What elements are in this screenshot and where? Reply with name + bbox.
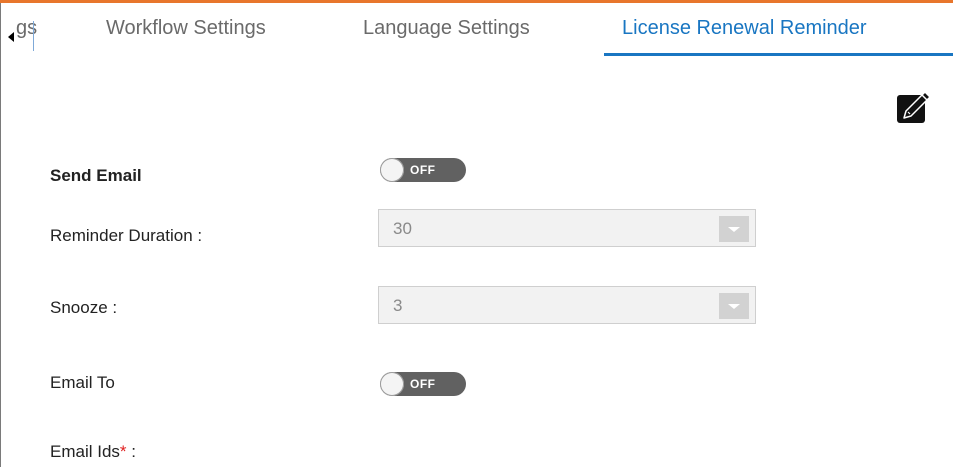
required-mark: *	[119, 442, 127, 461]
toggle-state: OFF	[410, 377, 436, 391]
edit-button[interactable]	[895, 89, 933, 127]
tab-language-settings[interactable]: Language Settings	[363, 17, 530, 40]
email-ids-label: Email Ids* :	[50, 442, 136, 462]
active-tab-underline	[604, 53, 953, 56]
send-email-toggle[interactable]: OFF	[380, 158, 466, 182]
snooze-select[interactable]: 3	[378, 286, 756, 324]
toggle-knob	[380, 372, 404, 396]
snooze-value: 3	[393, 296, 403, 315]
dropdown-button[interactable]	[719, 293, 749, 319]
email-ids-label-suffix: :	[126, 442, 136, 461]
settings-tab-bar: gs Workflow Settings Language Settings L…	[0, 3, 953, 57]
caret-left-icon[interactable]	[8, 32, 14, 42]
email-to-label: Email To	[50, 373, 115, 392]
pencil-edit-icon	[897, 91, 931, 123]
toggle-knob	[380, 158, 404, 182]
send-email-label: Send Email	[50, 166, 142, 185]
reminder-duration-select[interactable]: 30	[378, 209, 756, 247]
toggle-state: OFF	[410, 163, 436, 177]
reminder-duration-value: 30	[393, 219, 412, 238]
chevron-down-icon	[728, 227, 740, 232]
email-to-toggle[interactable]: OFF	[380, 372, 466, 396]
left-border	[0, 3, 1, 467]
tab-license-renewal-reminder[interactable]: License Renewal Reminder	[622, 17, 867, 40]
dropdown-button[interactable]	[719, 216, 749, 242]
tab-workflow-settings[interactable]: Workflow Settings	[106, 17, 266, 40]
reminder-duration-label: Reminder Duration :	[50, 226, 203, 245]
chevron-down-icon	[728, 304, 740, 309]
tab-divider	[33, 21, 34, 51]
snooze-label: Snooze :	[50, 298, 118, 317]
email-ids-label-text: Email Ids	[50, 442, 120, 461]
